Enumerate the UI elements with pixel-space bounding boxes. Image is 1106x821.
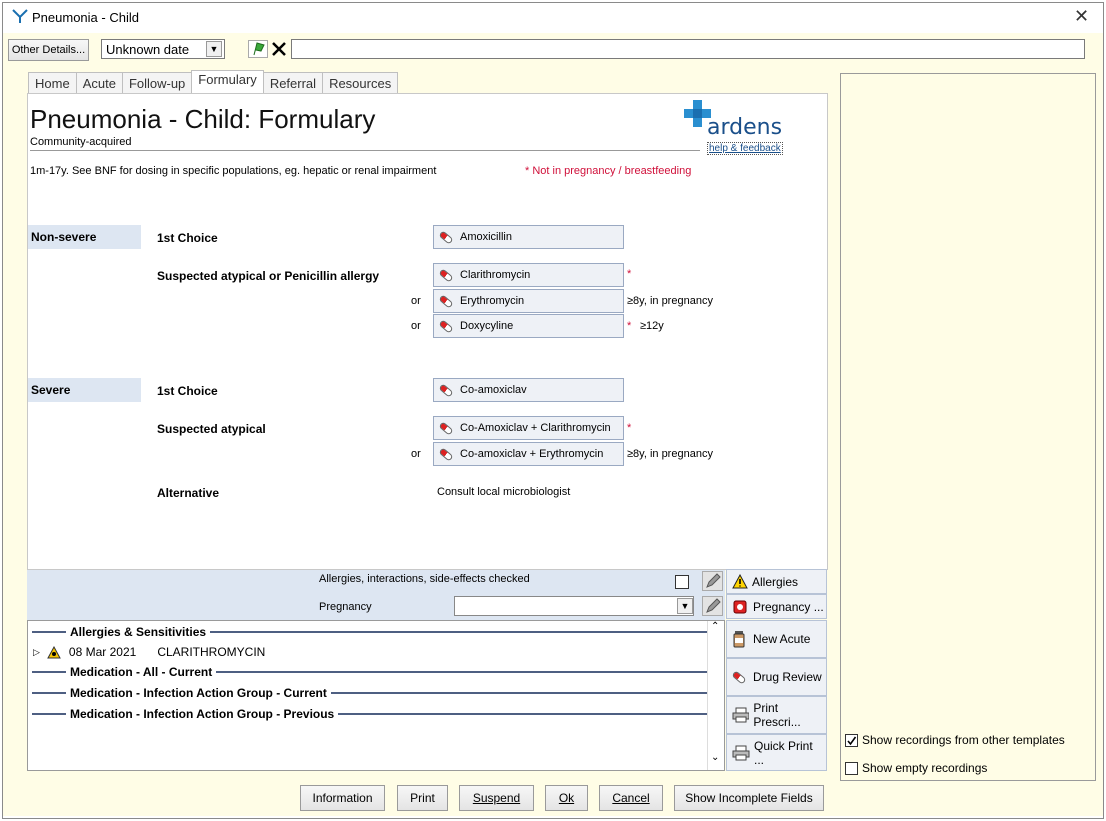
drug-co-amoxiclav-button[interactable]: Co-amoxiclav	[433, 378, 624, 402]
doxycyline-note: ≥12y	[640, 320, 664, 332]
warning-icon	[732, 574, 748, 589]
title-bar	[3, 3, 1103, 33]
show-empty-recordings-option[interactable]: Show empty recordings	[845, 761, 987, 775]
pill-icon	[438, 318, 454, 334]
medicine-bottle-icon	[733, 631, 745, 648]
show-other-recordings-option[interactable]: Show recordings from other templates	[845, 733, 1065, 747]
list-scrollbar[interactable]: ⌃ ⌄	[707, 621, 724, 770]
or-label: or	[411, 320, 421, 332]
co-amoxiclav-clarithromycin-note: *	[627, 422, 632, 434]
pill-icon	[438, 229, 454, 245]
print-button[interactable]: Print	[397, 785, 448, 811]
notes-input[interactable]	[291, 39, 1085, 59]
pencil-icon[interactable]	[702, 571, 723, 591]
date-dropdown[interactable]: Unknown date ▼	[101, 39, 225, 59]
suspend-button[interactable]: Suspend	[459, 785, 534, 811]
allergy-warning-icon	[47, 645, 61, 658]
drug-amoxicillin-button[interactable]: Amoxicillin	[433, 225, 624, 249]
tab-home[interactable]: Home	[28, 72, 77, 94]
page-title: Pneumonia - Child: Formulary	[30, 104, 376, 134]
tab-follow-up[interactable]: Follow-up	[121, 72, 193, 94]
pill-icon	[438, 420, 454, 436]
pill-icon	[438, 267, 454, 283]
drug-erythromycin-button[interactable]: Erythromycin	[433, 289, 624, 313]
drug-co-amoxiclav-clarithromycin-button[interactable]: Co-Amoxiclav + Clarithromycin	[433, 416, 624, 440]
co-amoxiclav-erythromycin-note: ≥8y, in pregnancy	[627, 448, 713, 460]
pill-icon	[438, 382, 454, 398]
printer-icon	[732, 745, 750, 760]
pregnancy-warning: * Not in pregnancy / breastfeeding	[525, 165, 692, 177]
drug-doxycyline-button[interactable]: Doxycyline	[433, 314, 624, 338]
tab-referral[interactable]: Referral	[262, 72, 324, 94]
non-severe-first-choice-label: 1st Choice	[157, 231, 218, 245]
severe-atypical-label: Suspected atypical	[157, 422, 266, 436]
list-item[interactable]: ▷ 08 Mar 2021 CLARITHROMYCIN	[33, 644, 265, 660]
clarithromycin-note: *	[627, 268, 632, 280]
ok-button[interactable]: Ok	[545, 785, 588, 811]
checkmark-icon	[847, 736, 857, 745]
app-icon	[12, 9, 28, 23]
chevron-down-icon[interactable]: ▼	[677, 598, 693, 614]
doxycyline-star: *	[627, 320, 632, 332]
quick-print-button[interactable]: Quick Print ...	[726, 734, 827, 771]
pill-icon	[438, 446, 454, 462]
group-header: Medication - Infection Action Group - Cu…	[32, 685, 708, 701]
drug-clarithromycin-button[interactable]: Clarithromycin	[433, 263, 624, 287]
or-label: or	[411, 448, 421, 460]
drug-review-button[interactable]: Drug Review	[726, 658, 827, 696]
pill-icon	[438, 293, 454, 309]
allergies-button[interactable]: Allergies	[726, 569, 827, 594]
show-incomplete-fields-button[interactable]: Show Incomplete Fields	[674, 785, 824, 811]
scroll-up-icon[interactable]: ⌃	[711, 621, 719, 632]
allergies-checked-checkbox[interactable]	[675, 575, 689, 589]
show-other-checkbox[interactable]	[845, 733, 858, 747]
information-button[interactable]: Information	[300, 785, 385, 811]
new-acute-button[interactable]: New Acute	[726, 620, 827, 658]
severe-first-choice-label: 1st Choice	[157, 384, 218, 398]
expand-arrow-icon[interactable]: ▷	[33, 647, 40, 658]
printer-icon	[732, 707, 750, 723]
page-subtitle: Community-acquired	[30, 136, 132, 148]
ardens-logo-text: ardens	[707, 115, 783, 140]
pregnancy-label: Pregnancy	[319, 601, 372, 613]
non-severe-atypical-label: Suspected atypical or Penicillin allergy	[157, 269, 380, 283]
pregnancy-dropdown[interactable]: ▼	[454, 596, 694, 616]
group-header: Medication - All - Current	[32, 664, 708, 680]
recordings-list: Allergies & Sensitivities ▷ 08 Mar 2021 …	[27, 620, 725, 771]
right-pane	[840, 73, 1096, 781]
tab-bar: Home Acute Follow-up Formulary Referral …	[28, 70, 399, 94]
alternative-label: Alternative	[157, 486, 220, 500]
intro-text: 1m-17y. See BNF for dosing in specific p…	[30, 165, 437, 177]
pill-icon	[731, 669, 747, 685]
pregnancy-icon	[733, 600, 747, 614]
date-value: Unknown date	[106, 42, 190, 57]
group-header: Allergies & Sensitivities	[32, 624, 708, 640]
clear-icon[interactable]	[270, 40, 288, 58]
pregnancy-button[interactable]: Pregnancy ...	[726, 594, 827, 619]
green-flag-icon[interactable]	[248, 40, 268, 58]
pencil-icon[interactable]	[702, 596, 723, 616]
other-details-button[interactable]: Other Details...	[8, 39, 89, 61]
or-label: or	[411, 295, 421, 307]
group-header: Medication - Infection Action Group - Pr…	[32, 706, 708, 722]
close-icon[interactable]: ✕	[1074, 6, 1089, 27]
window-title: Pneumonia - Child	[32, 10, 139, 25]
chevron-down-icon[interactable]: ▼	[206, 41, 222, 57]
drug-co-amoxiclav-erythromycin-button[interactable]: Co-amoxiclav + Erythromycin	[433, 442, 624, 466]
cancel-button[interactable]: Cancel	[599, 785, 663, 811]
alternative-text: Consult local microbiologist	[437, 486, 571, 498]
scroll-down-icon[interactable]: ⌄	[711, 752, 719, 763]
non-severe-label: Non-severe	[28, 225, 141, 249]
help-feedback-link[interactable]: help & feedback	[707, 142, 783, 155]
erythromycin-note: ≥8y, in pregnancy	[627, 295, 713, 307]
severe-label: Severe	[28, 378, 141, 402]
title-divider	[30, 150, 700, 151]
show-empty-checkbox[interactable]	[845, 761, 858, 775]
tab-formulary[interactable]: Formulary	[191, 70, 264, 94]
print-prescription-button[interactable]: Print Prescri...	[726, 696, 827, 734]
allergies-checked-label: Allergies, interactions, side-effects ch…	[319, 573, 530, 585]
tab-acute[interactable]: Acute	[75, 72, 123, 94]
tab-resources[interactable]: Resources	[322, 72, 399, 94]
